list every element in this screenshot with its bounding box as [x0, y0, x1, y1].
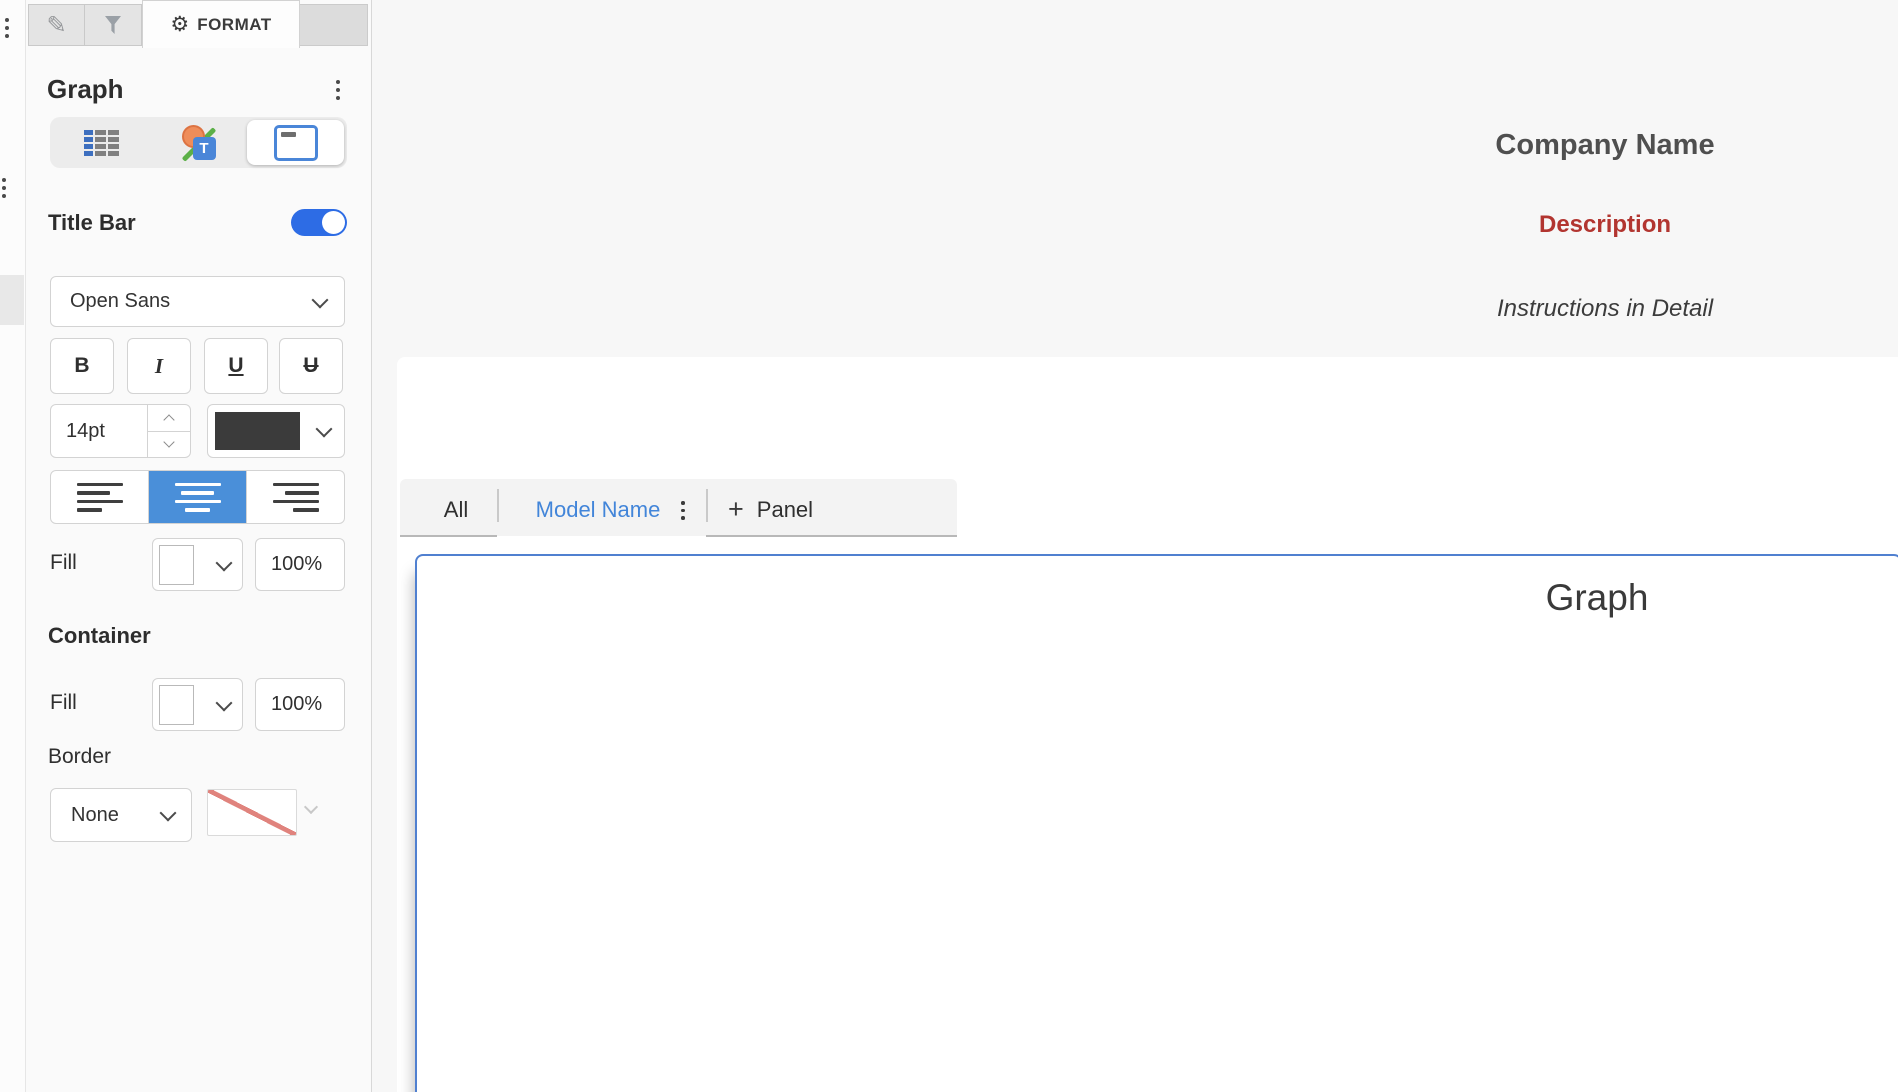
graph-panel-title-wrap: Graph — [1097, 577, 1898, 619]
add-panel-button[interactable]: + Panel — [722, 496, 819, 524]
model-name-kebab-icon[interactable] — [679, 499, 687, 522]
border-color-swatch-disabled — [207, 789, 297, 836]
title-bar-toggle[interactable] — [291, 209, 347, 236]
fill-color-swatch — [159, 545, 194, 585]
tab-model-name[interactable]: Model Name — [512, 496, 684, 524]
font-family-select[interactable]: Open Sans — [50, 276, 345, 327]
align-right-icon — [273, 483, 319, 512]
strikethrough-button[interactable]: U — [279, 338, 343, 394]
font-color-dropdown[interactable] — [207, 404, 345, 458]
tab-strip-underline — [400, 535, 497, 537]
fill-opacity-input[interactable] — [256, 553, 344, 576]
tab-divider — [497, 489, 499, 522]
border-style-dropdown[interactable]: None — [50, 788, 192, 842]
font-size-stepper — [148, 405, 190, 457]
container-fill-opacity-field — [255, 678, 345, 731]
align-left-button[interactable] — [51, 471, 148, 523]
container-fill-color-swatch — [159, 685, 194, 725]
chevron-down-icon — [216, 694, 233, 711]
instructions-text[interactable]: Instructions in Detail — [1105, 295, 1898, 323]
underline-button[interactable]: U — [204, 338, 268, 394]
rail-menu-icon[interactable] — [3, 16, 11, 40]
graph-panel-title: Graph — [1546, 577, 1649, 618]
format-tab-label: FORMAT — [197, 15, 271, 35]
panel-view-button[interactable] — [247, 120, 344, 165]
table-icon — [84, 130, 119, 156]
chevron-up-icon — [163, 414, 174, 425]
border-style-value: None — [71, 804, 119, 827]
chevron-down-icon — [163, 437, 174, 448]
align-left-icon — [77, 483, 123, 512]
container-fill-opacity-input[interactable] — [256, 693, 344, 716]
chevron-down-icon — [216, 554, 233, 571]
align-right-button[interactable] — [246, 471, 344, 523]
add-panel-label: Panel — [757, 497, 813, 523]
alignment-group — [50, 470, 345, 524]
chart-text-icon: T — [180, 125, 218, 161]
container-fill-color-dropdown[interactable] — [152, 678, 243, 731]
rail-drag-handle[interactable] — [0, 275, 24, 325]
italic-button[interactable]: I — [127, 338, 191, 394]
company-name-text[interactable]: Company Name — [1105, 129, 1898, 162]
font-size-control — [50, 404, 191, 458]
gear-icon: ⚙ — [170, 14, 189, 35]
tab-edit[interactable]: ✎ — [28, 4, 85, 46]
tab-strip-underline — [706, 535, 957, 537]
graph-panel-selected[interactable] — [415, 554, 1898, 1092]
font-size-input[interactable] — [51, 420, 147, 443]
graph-options-kebab-icon[interactable] — [334, 78, 342, 102]
table-view-button[interactable] — [53, 120, 150, 165]
align-center-icon — [175, 483, 221, 512]
size-decrement-button[interactable] — [148, 432, 190, 458]
tab-extra-partial[interactable] — [300, 4, 368, 46]
funnel-icon — [105, 16, 121, 34]
panel-view-icon — [274, 125, 318, 161]
plus-icon: + — [728, 496, 744, 523]
bold-button[interactable]: B — [50, 338, 114, 394]
fill-label: Fill — [50, 551, 77, 575]
font-family-value: Open Sans — [70, 290, 170, 313]
border-label: Border — [48, 745, 111, 769]
tab-filter[interactable] — [85, 4, 142, 46]
display-mode-segmented-control: T — [50, 117, 347, 168]
tab-format[interactable]: ⚙ FORMAT — [142, 0, 300, 48]
tab-all[interactable]: All — [415, 496, 497, 524]
left-rail — [0, 0, 26, 1092]
fill-opacity-field — [255, 538, 345, 591]
pencil-icon: ✎ — [46, 13, 66, 37]
font-color-swatch — [215, 412, 300, 450]
chevron-down-icon — [316, 421, 333, 438]
chevron-down-icon — [160, 805, 177, 822]
tab-divider — [706, 489, 708, 522]
description-text[interactable]: Description — [1105, 211, 1898, 239]
section-title-container: Container — [48, 623, 151, 649]
title-bar-label: Title Bar — [48, 210, 136, 236]
align-center-button[interactable] — [148, 471, 246, 523]
size-increment-button[interactable] — [148, 405, 190, 432]
chevron-down-icon — [312, 291, 329, 308]
app-window: ✎ ⚙ FORMAT Graph T Title Bar — [0, 0, 1898, 1092]
rail-secondary-menu-icon[interactable] — [0, 176, 8, 200]
section-title-graph: Graph — [47, 74, 124, 105]
chart-text-view-button[interactable]: T — [150, 120, 247, 165]
fill-color-dropdown[interactable] — [152, 538, 243, 591]
container-fill-label: Fill — [50, 691, 77, 715]
